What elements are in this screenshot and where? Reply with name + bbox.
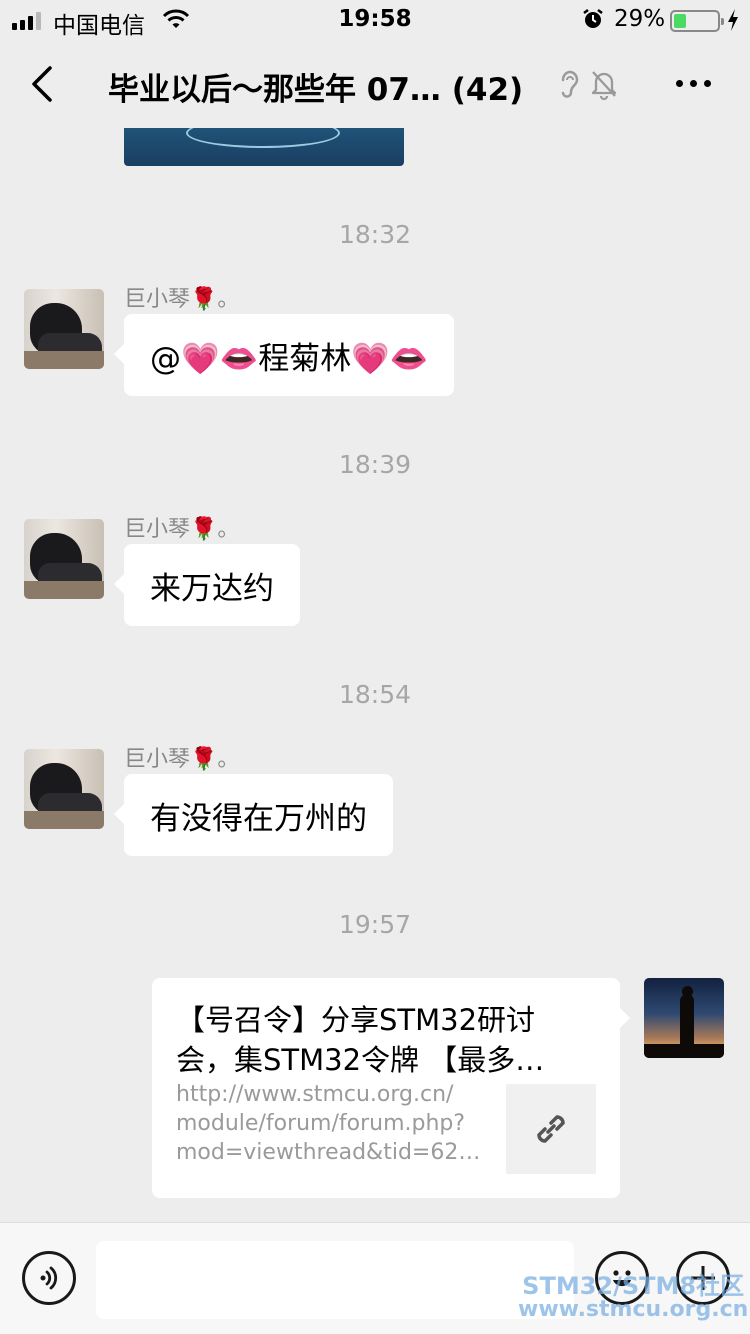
message-timestamp: 19:57 (338, 910, 412, 939)
voice-icon[interactable] (22, 1251, 76, 1305)
alarm-icon (582, 8, 604, 36)
message-bubble[interactable]: 有没得在万州的 (114, 774, 393, 856)
link-thumbnail (506, 1084, 596, 1174)
back-icon[interactable] (28, 64, 56, 108)
link-icon (537, 1115, 565, 1143)
sender-name: 巨小琴🌹。 (124, 287, 240, 312)
charging-icon (726, 8, 740, 38)
sender-avatar[interactable] (24, 749, 104, 829)
ear-icon (558, 68, 582, 104)
message-bubble[interactable]: 来万达约 (114, 544, 300, 626)
nav-bar: 毕业以后～那些年 07… (42) (0, 40, 750, 128)
message-timestamp: 18:39 (338, 450, 412, 479)
sender-avatar[interactable] (24, 289, 104, 369)
message-bubble[interactable]: @💗👄程菊林💗👄 (113, 314, 455, 396)
message-input[interactable] (96, 1241, 574, 1319)
link-card-url: http://www.stmcu.org.cn/ module/forum/fo… (176, 1082, 481, 1165)
sender-name: 巨小琴🌹。 (124, 517, 240, 542)
link-card-message[interactable]: 【号召令】分享STM32研讨 会，集STM32令牌 【最多… http://ww… (152, 978, 630, 1198)
chat-title[interactable]: 毕业以后～那些年 07… (42) (108, 64, 523, 109)
site-watermark: STM32/STM8社区 www.stmcu.org.cn (518, 1272, 749, 1322)
battery-icon (670, 10, 724, 32)
message-timestamp: 18:54 (338, 680, 412, 709)
my-avatar[interactable] (644, 978, 724, 1058)
link-card-title: 【号召令】分享STM32研讨 会，集STM32令牌 【最多… (176, 1003, 545, 1077)
message-timestamp: 18:32 (338, 220, 412, 249)
status-bar: 中国电信 19:58 29% (0, 0, 750, 40)
more-icon[interactable] (676, 80, 711, 87)
chat-scroll-area[interactable]: 18:32 巨小琴🌹。 @💗👄程菊林💗👄 18:39 巨小琴🌹。 来万达约 18… (0, 40, 750, 1222)
sender-name: 巨小琴🌹。 (124, 747, 240, 772)
battery-percent: 29% (614, 6, 666, 32)
mute-icon (590, 68, 618, 104)
sender-avatar[interactable] (24, 519, 104, 599)
